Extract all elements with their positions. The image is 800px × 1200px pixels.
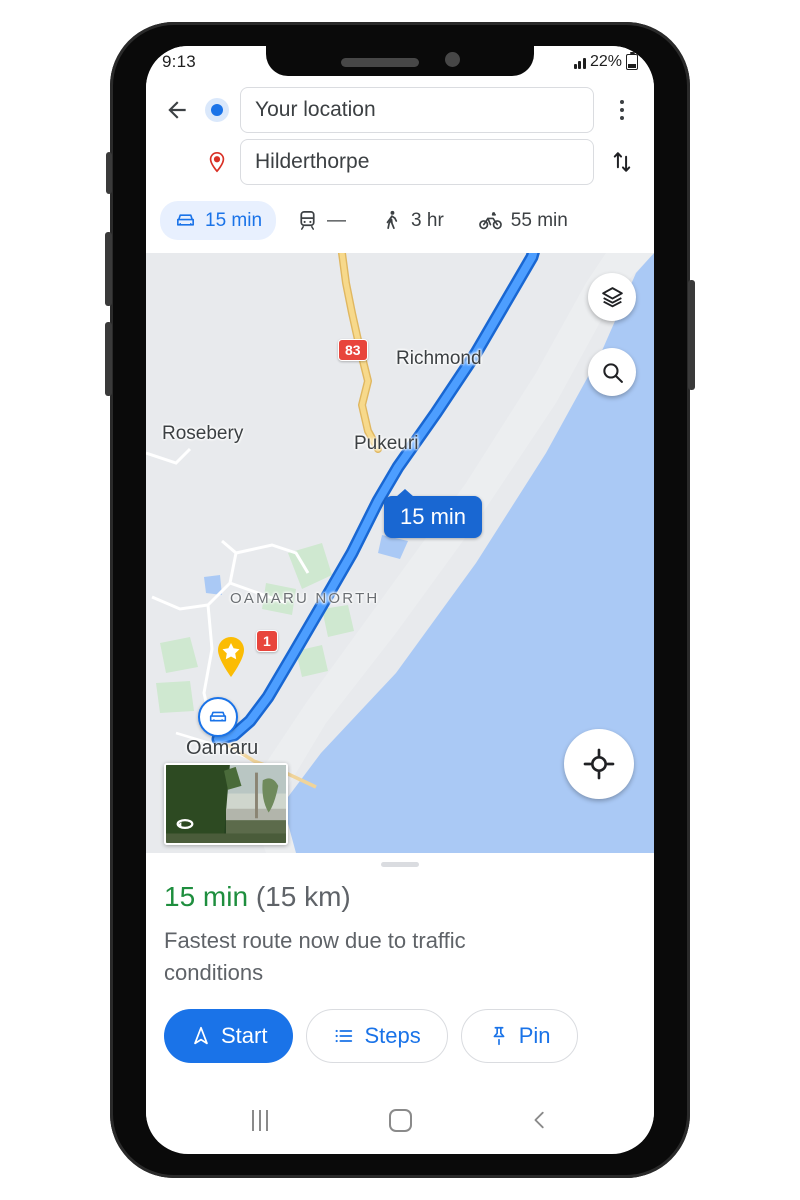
route-actions: Start Steps Pin [164,1008,636,1063]
silent-switch-button[interactable] [106,152,112,194]
star-pin-icon[interactable] [214,635,248,679]
recents-icon[interactable] [233,1103,287,1137]
route-note: Fastest route now due to traffic conditi… [164,928,466,985]
home-icon[interactable] [373,1103,427,1137]
swap-vertical-icon[interactable] [604,144,640,180]
travel-mode-transit[interactable]: — [282,201,360,240]
travel-mode-tabs: 15 min — 3 hr 55 min [146,198,654,253]
layers-icon[interactable] [588,273,636,321]
origin-input[interactable]: Your location [240,87,594,133]
destination-input[interactable]: Hilderthorpe [240,139,594,185]
status-indicators: 22% [573,51,638,71]
phone-screen: 9:13 22% Your location Hilderthorpe 15 m… [146,46,654,1154]
travel-mode-driving-label: 15 min [205,209,263,231]
travel-mode-walking[interactable]: 3 hr [366,201,458,240]
speaker-grille-icon [340,58,419,67]
volume-up-button[interactable] [105,232,112,306]
pin-icon [493,1026,505,1045]
travel-mode-cycling-label: 55 min [510,209,568,231]
start-button-label: Start [221,1022,268,1048]
route-distance: (15 km) [255,881,351,912]
origin-dot-icon [204,104,230,116]
signal-bars-icon [573,56,586,69]
power-button[interactable] [688,280,695,390]
travel-mode-walking-label: 3 hr [411,209,444,231]
steps-button[interactable]: Steps [306,1008,448,1063]
street-view-rotate-icon [176,819,194,829]
map-label-oamaru: Oamaru [186,737,259,759]
street-view-thumbnail[interactable] [164,763,288,845]
search-icon[interactable] [588,348,636,396]
highway-shield-83: 83 [338,339,368,361]
route-bottom-sheet: 15 min (15 km) Fastest route now due to … [146,862,654,1098]
my-location-crosshair-icon[interactable] [564,729,634,799]
origin-row: Your location [160,84,640,136]
destination-row: Hilderthorpe [160,136,640,188]
pin-button[interactable]: Pin [460,1008,578,1063]
route-duration: 15 min [164,881,249,912]
steps-button-label: Steps [364,1022,421,1048]
map-canvas[interactable]: Rosebery Richmond Pukeuri OAMARU NORTH 8… [146,253,654,853]
highway-shield-1: 1 [256,630,278,652]
travel-mode-driving[interactable]: 15 min [160,201,277,240]
battery-percent-label: 22% [589,53,622,70]
back-arrow-icon[interactable] [160,93,194,127]
status-bar: 9:13 22% [146,46,654,78]
front-camera-icon [444,52,460,67]
battery-icon [626,51,638,70]
notch [266,46,534,76]
status-time: 9:13 [162,52,196,71]
car-destination-icon[interactable] [198,697,238,737]
navigation-arrow-icon [194,1026,208,1044]
start-button[interactable]: Start [164,1008,294,1063]
directions-header: Your location Hilderthorpe [146,78,654,198]
volume-down-button[interactable] [105,322,112,396]
travel-mode-cycling[interactable]: 55 min [464,200,582,241]
travel-mode-transit-label: — [327,209,347,231]
pin-button-label: Pin [518,1022,551,1048]
overflow-menu-icon[interactable] [604,92,640,128]
route-eta-badge[interactable]: 15 min [384,489,483,538]
route-summary: 15 min (15 km) [164,881,636,913]
list-steps-icon [336,1029,353,1042]
destination-pin-icon [204,149,230,175]
android-nav-bar [146,1098,654,1142]
nav-back-icon[interactable] [513,1103,567,1137]
sheet-drag-handle[interactable] [381,862,419,867]
phone-frame: 9:13 22% Your location Hilderthorpe 15 m… [105,22,695,1178]
